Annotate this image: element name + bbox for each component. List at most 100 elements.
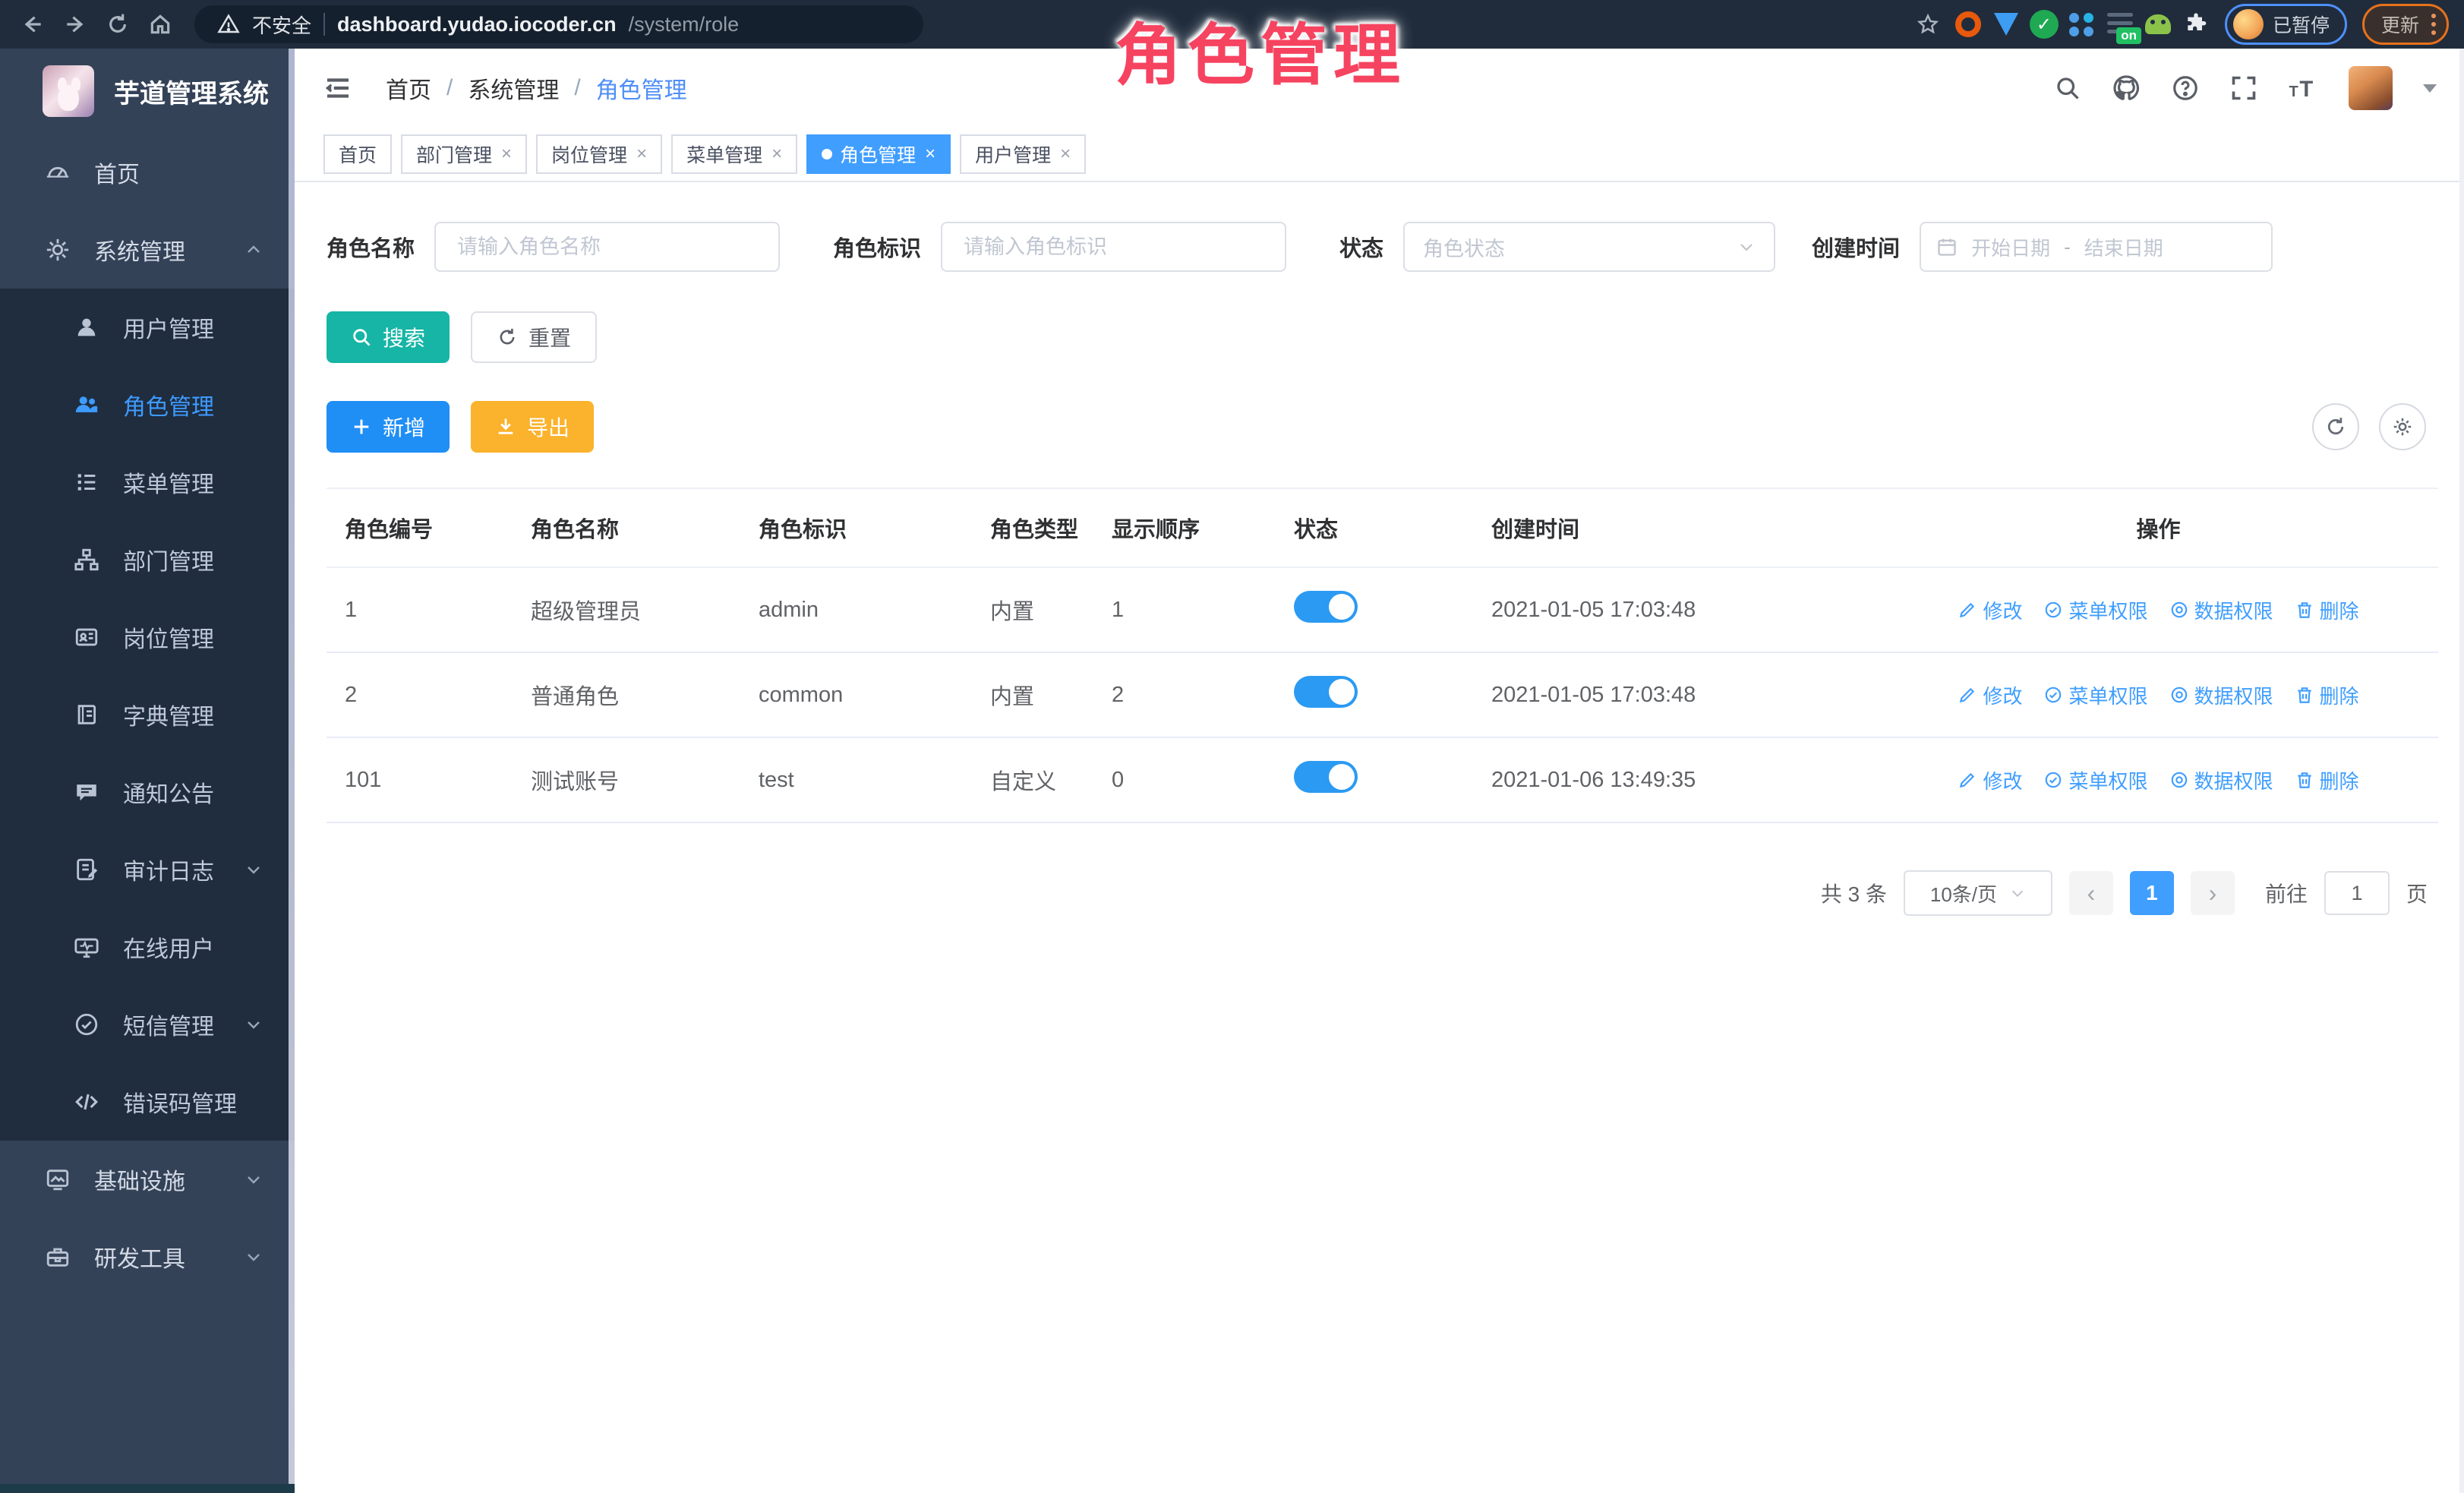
chevron-down-icon (1737, 238, 1756, 256)
sidebar-item-roles[interactable]: 角色管理 (0, 366, 295, 443)
fullscreen-icon[interactable] (2230, 74, 2257, 102)
sidebar-item-menus[interactable]: 菜单管理 (0, 443, 295, 521)
tab-menus[interactable]: 菜单管理× (671, 134, 797, 174)
data-permission-action[interactable]: 数据权限 (2169, 596, 2273, 624)
toolbox-icon (44, 1244, 71, 1270)
sidebar-item-dictionary[interactable]: 字典管理 (0, 676, 295, 753)
tab-close-icon[interactable]: × (1060, 144, 1071, 165)
browser-forward-icon[interactable] (58, 7, 93, 42)
announcement-icon (73, 779, 100, 805)
role-key-input[interactable] (941, 222, 1286, 272)
extension-puzzle-icon[interactable] (2181, 9, 2211, 39)
sidebar-item-sms[interactable]: 短信管理 (0, 986, 295, 1063)
tab-close-icon[interactable]: × (771, 144, 782, 165)
tab-roles[interactable]: 角色管理× (806, 134, 951, 174)
chevron-down-icon (245, 1170, 263, 1188)
dashboard-icon (44, 159, 71, 185)
sidebar-item-system[interactable]: 系统管理 (0, 211, 295, 289)
tab-close-icon[interactable]: × (925, 144, 935, 165)
chevron-down-icon (2009, 885, 2026, 901)
current-page-button[interactable]: 1 (2130, 871, 2174, 915)
search-icon[interactable] (2054, 74, 2081, 102)
sidebar-item-announcements[interactable]: 通知公告 (0, 753, 295, 831)
prev-page-button[interactable]: ‹ (2069, 871, 2113, 915)
sidebar-item-departments[interactable]: 部门管理 (0, 521, 295, 598)
sidebar-item-dev-tools[interactable]: 研发工具 (0, 1218, 295, 1296)
online-users-icon (73, 934, 100, 960)
page-size-select[interactable]: 10条/页 (1904, 870, 2052, 916)
extension-shield-icon[interactable] (1991, 9, 2021, 39)
next-page-button[interactable]: › (2191, 871, 2235, 915)
data-permission-action[interactable]: 数据权限 (2169, 681, 2273, 709)
avatar-caret-down-icon[interactable] (2423, 84, 2437, 93)
edit-action[interactable]: 修改 (1958, 681, 2022, 709)
edit-action[interactable]: 修改 (1958, 596, 2022, 624)
sidebar-item-audit-log[interactable]: 审计日志 (0, 831, 295, 908)
breadcrumb-system[interactable]: 系统管理 (468, 71, 559, 105)
bookmark-star-icon[interactable] (1910, 7, 1945, 42)
table-refresh-button[interactable] (2312, 403, 2359, 450)
delete-action[interactable]: 删除 (2295, 681, 2359, 709)
menu-list-icon (73, 469, 100, 495)
edit-action[interactable]: 修改 (1958, 766, 2022, 794)
pagination: 共 3 条 10条/页 ‹ 1 › 前往 页 (327, 870, 2438, 916)
sidebar-collapse-icon[interactable] (322, 72, 354, 104)
goto-page-input[interactable] (2324, 871, 2390, 915)
browser-reload-icon[interactable] (100, 7, 135, 42)
extension-target-icon[interactable] (1953, 9, 1983, 39)
menu-permission-action[interactable]: 菜单权限 (2043, 681, 2147, 709)
browser-profile-chip[interactable]: 已暂停 (2225, 4, 2347, 45)
reset-button[interactable]: 重置 (471, 311, 597, 363)
extension-check-icon[interactable]: ✓ (2029, 9, 2059, 39)
browser-menu-kebab-icon[interactable] (2431, 14, 2436, 35)
browser-update-button[interactable]: 更新 (2362, 4, 2449, 45)
sidebar-logo-row: 芋道管理系统 (0, 49, 295, 134)
menu-permission-action[interactable]: 菜单权限 (2043, 596, 2147, 624)
sidebar-item-infrastructure[interactable]: 基础设施 (0, 1141, 295, 1218)
font-size-icon[interactable]: TT (2288, 74, 2318, 103)
status-label: 状态 (1339, 231, 1383, 263)
data-permission-action[interactable]: 数据权限 (2169, 766, 2273, 794)
extension-dots-icon[interactable] (2067, 9, 2097, 39)
page-unit-label: 页 (2406, 878, 2428, 908)
status-select[interactable]: 角色状态 (1403, 222, 1775, 272)
goto-label: 前往 (2265, 878, 2308, 908)
tab-departments[interactable]: 部门管理× (401, 134, 527, 174)
tab-close-icon[interactable]: × (636, 144, 647, 165)
add-button[interactable]: 新增 (327, 401, 450, 453)
status-toggle[interactable] (1294, 676, 1358, 708)
search-button[interactable]: 搜索 (327, 311, 450, 363)
sidebar-item-posts[interactable]: 岗位管理 (0, 598, 295, 676)
browser-home-icon[interactable] (143, 7, 178, 42)
role-name-input[interactable] (434, 222, 780, 272)
breadcrumb-home[interactable]: 首页 (386, 71, 431, 105)
gear-icon (44, 237, 71, 263)
menu-permission-action[interactable]: 菜单权限 (2043, 766, 2147, 794)
github-icon[interactable] (2112, 74, 2141, 103)
tab-users[interactable]: 用户管理× (960, 134, 1086, 174)
status-toggle[interactable] (1294, 591, 1358, 623)
extension-android-icon[interactable] (2143, 9, 2173, 39)
table-settings-button[interactable] (2379, 403, 2426, 450)
tab-posts[interactable]: 岗位管理× (536, 134, 662, 174)
browser-back-icon[interactable] (15, 7, 50, 42)
sidebar-item-online-users[interactable]: 在线用户 (0, 908, 295, 986)
col-role-id: 角色编号 (327, 488, 513, 567)
address-bar[interactable]: 不安全 dashboard.yudao.iocoder.cn /system/r… (194, 5, 923, 43)
tab-home[interactable]: 首页 (323, 134, 392, 174)
user-avatar[interactable] (2349, 66, 2393, 110)
extension-adblock-icon[interactable]: on (2105, 9, 2135, 39)
profile-paused-label: 已暂停 (2273, 11, 2330, 38)
export-button[interactable]: 导出 (471, 401, 594, 453)
delete-action[interactable]: 删除 (2295, 596, 2359, 624)
breadcrumb: 首页 / 系统管理 / 角色管理 (386, 71, 687, 105)
date-range-picker[interactable]: 开始日期 - 结束日期 (1920, 222, 2273, 272)
delete-action[interactable]: 删除 (2295, 766, 2359, 794)
app-logo (43, 65, 94, 117)
status-toggle[interactable] (1294, 761, 1358, 793)
help-icon[interactable] (2171, 74, 2200, 103)
sidebar-item-users[interactable]: 用户管理 (0, 289, 295, 366)
sidebar-item-error-codes[interactable]: 错误码管理 (0, 1063, 295, 1141)
sidebar-item-home[interactable]: 首页 (0, 134, 295, 211)
tab-close-icon[interactable]: × (501, 144, 512, 165)
